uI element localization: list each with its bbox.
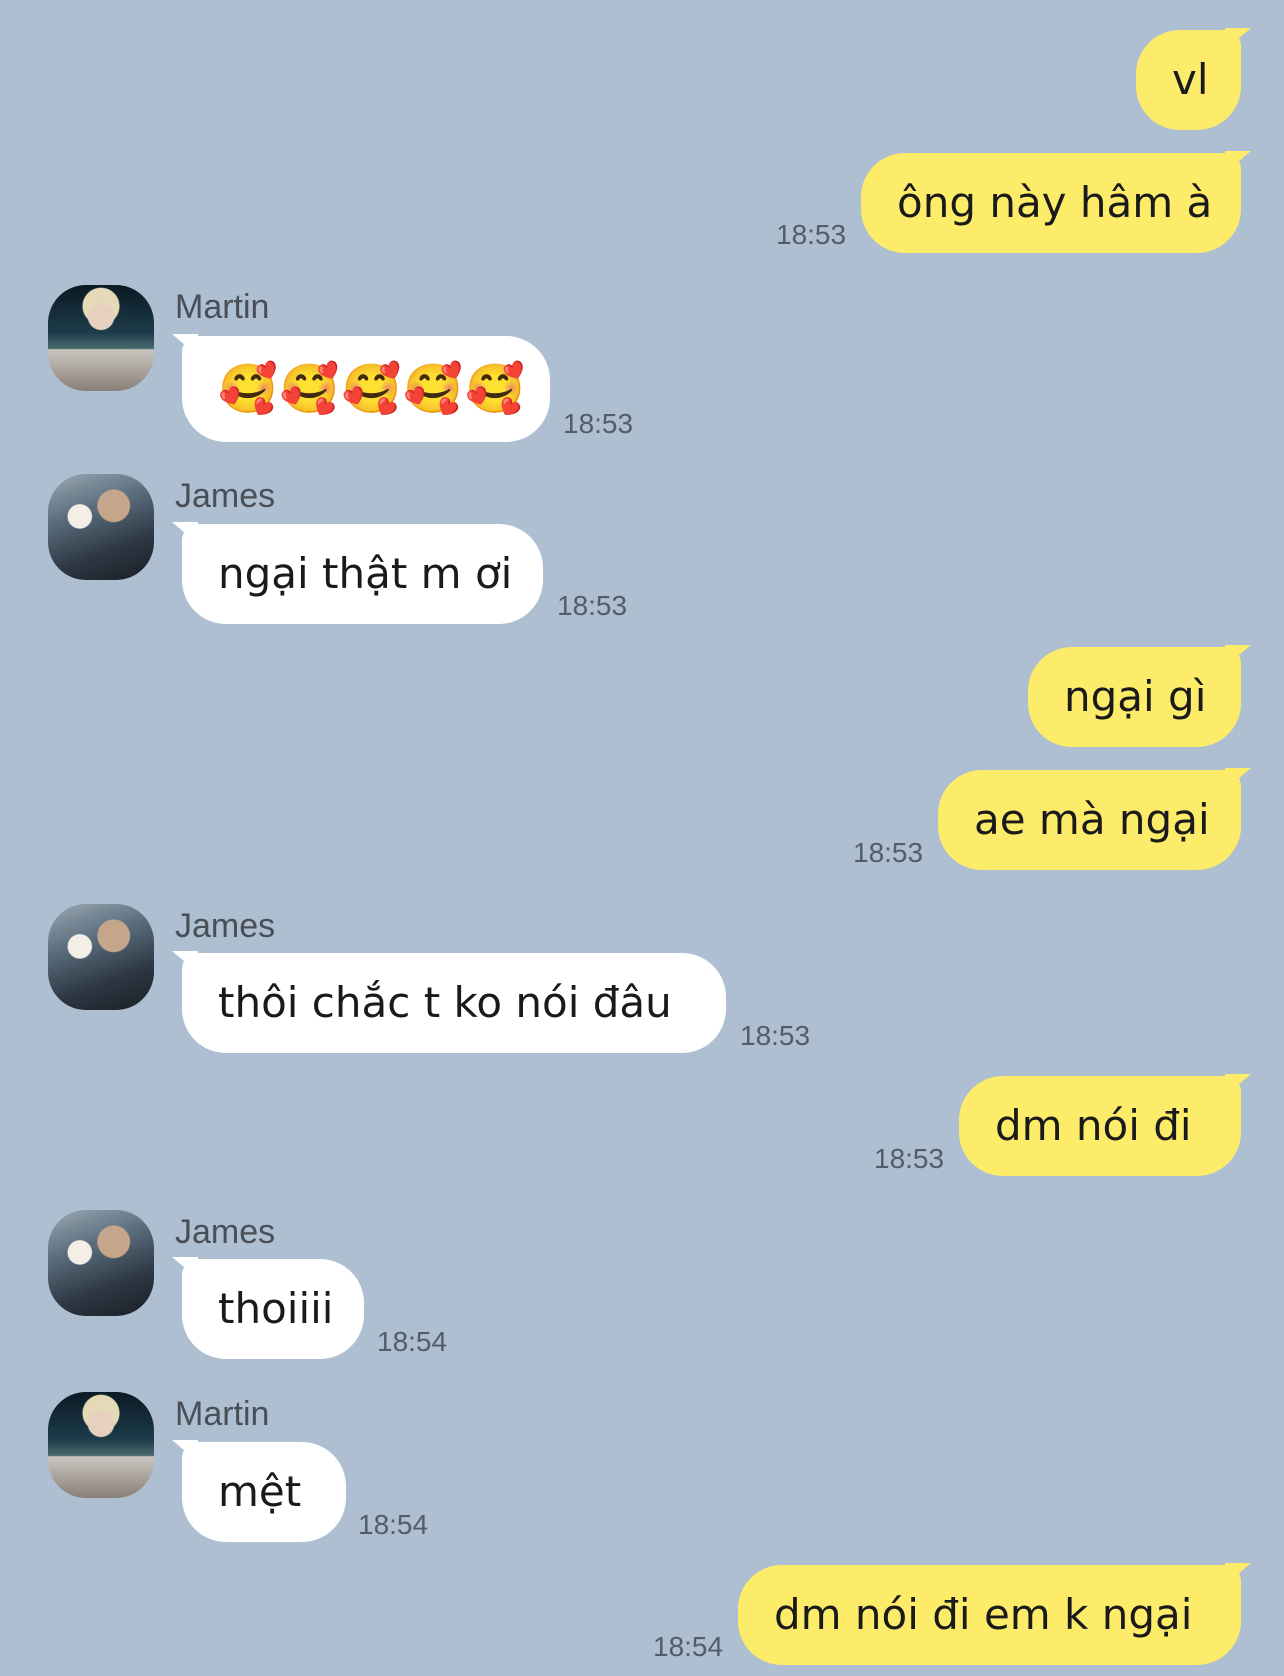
avatar[interactable] xyxy=(48,1392,154,1498)
message-timestamp: 18:54 xyxy=(653,1631,724,1662)
message-timestamp: 18:53 xyxy=(776,219,847,250)
message-timestamp: 18:53 xyxy=(740,1020,811,1051)
message-text: ngại thật m ơi xyxy=(218,549,513,598)
avatar[interactable] xyxy=(48,474,154,580)
message-timestamp: 18:53 xyxy=(874,1143,945,1174)
message-timestamp: 18:53 xyxy=(557,590,628,621)
outgoing-message-bubble[interactable]: ae mà ngại xyxy=(938,770,1241,870)
avatar[interactable] xyxy=(48,904,154,1010)
incoming-message-bubble[interactable]: ngại thật m ơi xyxy=(182,524,543,624)
message-timestamp: 18:54 xyxy=(377,1326,448,1357)
message-timestamp: 18:54 xyxy=(358,1509,429,1540)
message-timestamp: 18:53 xyxy=(853,837,924,868)
message-text: mệt xyxy=(218,1467,302,1516)
sender-name: James xyxy=(175,477,276,515)
message-text: ngại gì xyxy=(1064,672,1207,721)
message-text: ông này hâm à xyxy=(897,178,1213,227)
avatar[interactable] xyxy=(48,285,154,391)
message-text: 🥰🥰🥰🥰🥰 xyxy=(218,361,527,417)
message-text: dm nói đi xyxy=(995,1101,1192,1150)
message-timestamp: 18:53 xyxy=(563,408,634,439)
message-text: thôi chắc t ko nói đâu xyxy=(218,978,672,1027)
incoming-message-bubble[interactable]: 🥰🥰🥰🥰🥰 xyxy=(182,336,550,442)
outgoing-message-bubble[interactable]: ông này hâm à xyxy=(861,153,1241,253)
message-text: vl xyxy=(1172,55,1209,104)
incoming-message-bubble[interactable]: thôi chắc t ko nói đâu xyxy=(182,953,726,1053)
outgoing-message-bubble[interactable]: dm nói đi em k ngại xyxy=(738,1565,1241,1665)
sender-name: Martin xyxy=(175,288,270,326)
outgoing-message-bubble[interactable]: dm nói đi xyxy=(959,1076,1241,1176)
avatar[interactable] xyxy=(48,1210,154,1316)
sender-name: Martin xyxy=(175,1395,270,1433)
message-text: dm nói đi em k ngại xyxy=(774,1590,1193,1639)
outgoing-message-bubble[interactable]: ngại gì xyxy=(1028,647,1241,747)
incoming-message-bubble[interactable]: thoiiii xyxy=(182,1259,364,1359)
outgoing-message-bubble[interactable]: vl xyxy=(1136,30,1241,130)
message-text: thoiiii xyxy=(218,1284,334,1333)
sender-name: James xyxy=(175,1213,276,1251)
message-text: ae mà ngại xyxy=(974,795,1210,844)
incoming-message-bubble[interactable]: mệt xyxy=(182,1442,346,1542)
sender-name: James xyxy=(175,907,276,945)
